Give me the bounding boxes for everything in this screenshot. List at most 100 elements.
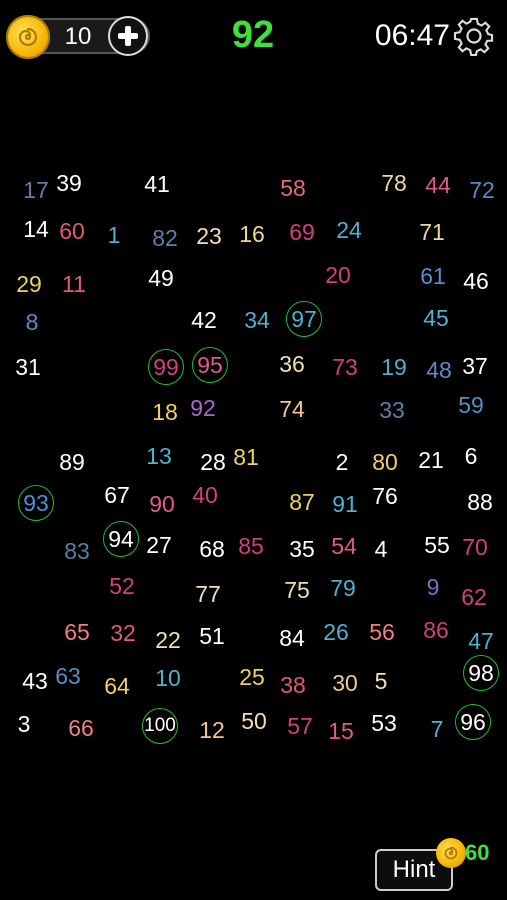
board-number[interactable]: 8 (26, 309, 39, 335)
board-number[interactable]: 65 (64, 619, 90, 645)
board-number[interactable]: 87 (289, 489, 315, 515)
found-number[interactable]: 96 (455, 704, 491, 740)
board-number[interactable]: 84 (279, 625, 305, 651)
board-number[interactable]: 56 (369, 619, 395, 645)
board-number[interactable]: 25 (239, 664, 265, 690)
board-number[interactable]: 51 (199, 623, 225, 649)
board-number[interactable]: 31 (15, 354, 41, 380)
board-number[interactable]: 89 (59, 449, 85, 475)
board-number[interactable]: 10 (155, 665, 181, 691)
board-number[interactable]: 92 (190, 395, 216, 421)
board-number[interactable]: 30 (332, 670, 358, 696)
found-number[interactable]: 93 (18, 485, 54, 521)
board-number[interactable]: 20 (325, 262, 351, 288)
board-number[interactable]: 62 (461, 584, 487, 610)
board-number[interactable]: 45 (423, 305, 449, 331)
board-number[interactable]: 15 (328, 718, 354, 744)
board-number[interactable]: 22 (155, 627, 181, 653)
board-number[interactable]: 39 (56, 170, 82, 196)
board-number[interactable]: 48 (426, 357, 452, 383)
board-number[interactable]: 49 (148, 265, 174, 291)
board-number[interactable]: 46 (463, 268, 489, 294)
board-number[interactable]: 5 (375, 668, 388, 694)
board-number[interactable]: 42 (191, 307, 217, 333)
board-number[interactable]: 74 (279, 396, 305, 422)
board-number[interactable]: 88 (467, 489, 493, 515)
board-number[interactable]: 53 (371, 710, 397, 736)
board-number[interactable]: 77 (195, 581, 221, 607)
board-number[interactable]: 70 (462, 534, 488, 560)
board-number[interactable]: 14 (23, 216, 49, 242)
board-number[interactable]: 55 (424, 532, 450, 558)
board-number[interactable]: 75 (284, 577, 310, 603)
board-number[interactable]: 28 (200, 449, 226, 475)
board-number[interactable]: 80 (372, 449, 398, 475)
board-number[interactable]: 52 (109, 573, 135, 599)
found-number[interactable]: 97 (286, 301, 322, 337)
board-number[interactable]: 72 (469, 177, 495, 203)
board-number[interactable]: 67 (104, 482, 130, 508)
board-number[interactable]: 83 (64, 538, 90, 564)
board-number[interactable]: 82 (152, 225, 178, 251)
found-number[interactable]: 94 (103, 521, 139, 557)
found-number[interactable]: 99 (148, 349, 184, 385)
board-number[interactable]: 35 (289, 536, 315, 562)
board-number[interactable]: 38 (280, 672, 306, 698)
board-number[interactable]: 43 (22, 668, 48, 694)
found-number[interactable]: 98 (463, 655, 499, 691)
board-number[interactable]: 24 (336, 217, 362, 243)
board-number[interactable]: 26 (323, 619, 349, 645)
board-number[interactable]: 60 (59, 218, 85, 244)
board-number[interactable]: 40 (192, 482, 218, 508)
board-number[interactable]: 1 (108, 222, 121, 248)
board-number[interactable]: 17 (23, 177, 49, 203)
board-number[interactable]: 2 (336, 449, 349, 475)
board-number[interactable]: 44 (425, 172, 451, 198)
board-number[interactable]: 61 (420, 263, 446, 289)
board-number[interactable]: 54 (331, 533, 357, 559)
board-number[interactable]: 91 (332, 491, 358, 517)
board-number[interactable]: 7 (431, 716, 444, 742)
board-number[interactable]: 90 (149, 491, 175, 517)
board-number[interactable]: 6 (465, 443, 478, 469)
found-number[interactable]: 100 (142, 708, 178, 744)
board-number[interactable]: 58 (280, 175, 306, 201)
board-number[interactable]: 71 (419, 219, 445, 245)
board-number[interactable]: 66 (68, 715, 94, 741)
board-number[interactable]: 78 (381, 170, 407, 196)
board-number[interactable]: 12 (199, 717, 225, 743)
board-number[interactable]: 9 (427, 574, 440, 600)
board-number[interactable]: 13 (146, 443, 172, 469)
board-number[interactable]: 63 (55, 663, 81, 689)
board-number[interactable]: 86 (423, 617, 449, 643)
board-number[interactable]: 59 (458, 392, 484, 418)
board-number[interactable]: 69 (289, 219, 315, 245)
board-number[interactable]: 73 (332, 354, 358, 380)
board-number[interactable]: 50 (241, 708, 267, 734)
board-number[interactable]: 18 (152, 399, 178, 425)
board-number[interactable]: 23 (196, 223, 222, 249)
board-number[interactable]: 11 (62, 271, 86, 297)
board-number[interactable]: 76 (372, 483, 398, 509)
board-number[interactable]: 4 (375, 536, 388, 562)
board-number[interactable]: 32 (110, 620, 136, 646)
board-number[interactable]: 36 (279, 351, 305, 377)
board-number[interactable]: 21 (418, 447, 444, 473)
board-number[interactable]: 3 (18, 711, 31, 737)
board-number[interactable]: 41 (144, 171, 170, 197)
board-number[interactable]: 33 (379, 397, 405, 423)
board-number[interactable]: 68 (199, 536, 225, 562)
board-number[interactable]: 47 (468, 628, 494, 654)
board-number[interactable]: 37 (462, 353, 488, 379)
board-number[interactable]: 27 (146, 532, 172, 558)
board-number[interactable]: 34 (244, 307, 270, 333)
found-number[interactable]: 95 (192, 347, 228, 383)
board-number[interactable]: 81 (233, 444, 259, 470)
board-number[interactable]: 16 (239, 221, 265, 247)
board-number[interactable]: 57 (287, 713, 313, 739)
board-number[interactable]: 19 (381, 354, 407, 380)
board-number[interactable]: 79 (330, 575, 356, 601)
board-number[interactable]: 29 (16, 271, 42, 297)
board-number[interactable]: 64 (104, 673, 130, 699)
board-number[interactable]: 85 (238, 533, 264, 559)
